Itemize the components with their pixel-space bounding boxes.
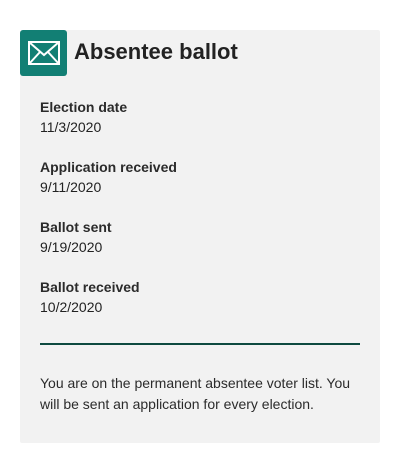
election-date-label: Election date <box>40 99 128 115</box>
ballot-sent-field: Ballot sent 9/19/2020 <box>40 217 360 277</box>
envelope-icon-graphic <box>27 41 60 65</box>
ballot-status-list: Election date 11/3/2020 Application rece… <box>40 97 360 337</box>
election-date-field: Election date 11/3/2020 <box>40 97 360 157</box>
ballot-sent-label: Ballot sent <box>40 219 112 235</box>
permanent-list-note: You are on the permanent absentee voter … <box>40 375 351 412</box>
section-divider <box>40 343 360 345</box>
application-received-field: Application received 9/11/2020 <box>40 157 360 217</box>
card-title: Absentee ballot <box>74 39 238 64</box>
absentee-ballot-card: Absentee ballot Election date 11/3/2020 … <box>20 30 380 443</box>
election-date-value: 11/3/2020 <box>40 119 102 135</box>
ballot-sent-value: 9/19/2020 <box>40 239 103 255</box>
application-received-value: 9/11/2020 <box>40 179 102 195</box>
ballot-received-label: Ballot received <box>40 279 140 295</box>
application-received-label: Application received <box>40 159 177 175</box>
ballot-received-value: 10/2/2020 <box>40 299 103 315</box>
ballot-received-field: Ballot received 10/2/2020 <box>40 277 360 337</box>
envelope-icon <box>20 30 67 76</box>
